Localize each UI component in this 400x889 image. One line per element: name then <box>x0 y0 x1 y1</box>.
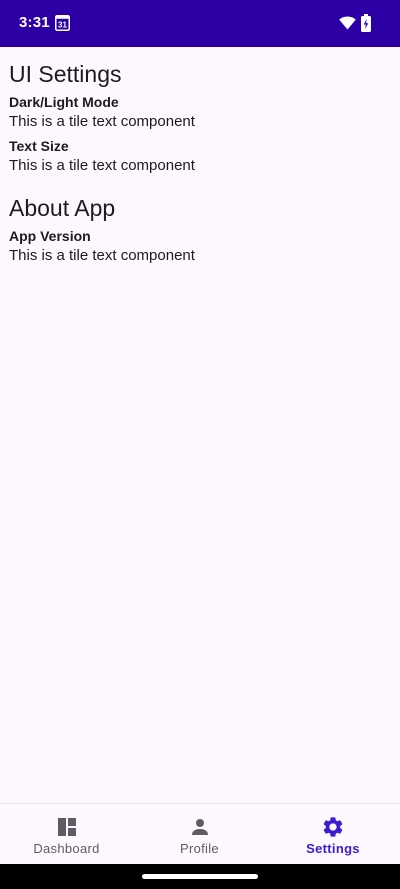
nav-item-dashboard[interactable]: Dashboard <box>0 804 133 865</box>
status-bar: 3:31 31 <box>0 0 400 47</box>
system-gesture-area <box>0 864 400 889</box>
tile-title: Dark/Light Mode <box>9 94 119 110</box>
wifi-icon <box>339 16 356 30</box>
nav-label-settings: Settings <box>306 841 360 856</box>
calendar-icon: 31 <box>55 15 70 31</box>
nav-item-settings[interactable]: Settings <box>266 804 400 865</box>
nav-label-dashboard: Dashboard <box>33 841 100 856</box>
tile-app-version[interactable]: App Version This is a tile text componen… <box>9 227 400 266</box>
nav-label-profile: Profile <box>180 841 219 856</box>
settings-section-about: About App App Version This is a tile tex… <box>9 194 400 266</box>
tile-text: This is a tile text component <box>9 157 195 174</box>
tile-title: App Version <box>9 228 91 244</box>
battery-icon <box>361 14 371 32</box>
nav-item-profile[interactable]: Profile <box>133 804 266 865</box>
tile-text: This is a tile text component <box>9 247 195 264</box>
settings-section-ui: UI Settings Dark/Light Mode This is a ti… <box>9 60 400 176</box>
calendar-day: 31 <box>58 21 67 30</box>
section-title: UI Settings <box>9 61 122 87</box>
section-title: About App <box>9 195 116 221</box>
tile-text: This is a tile text component <box>9 113 195 130</box>
dashboard-icon <box>57 818 76 836</box>
status-time: 3:31 <box>19 14 50 31</box>
person-icon <box>191 819 208 835</box>
tile-title: Text Size <box>9 138 69 154</box>
bottom-navigation: Dashboard Profile Settings <box>0 803 400 865</box>
gear-icon <box>323 817 343 837</box>
tile-text-size[interactable]: Text Size This is a tile text component <box>9 137 400 176</box>
tile-dark-light-mode[interactable]: Dark/Light Mode This is a tile text comp… <box>9 93 400 132</box>
gesture-handle[interactable] <box>142 874 258 879</box>
app-screen: 3:31 31 UI Settings Dark/Light Mode This… <box>0 0 400 889</box>
settings-content: UI Settings Dark/Light Mode This is a ti… <box>9 60 400 284</box>
